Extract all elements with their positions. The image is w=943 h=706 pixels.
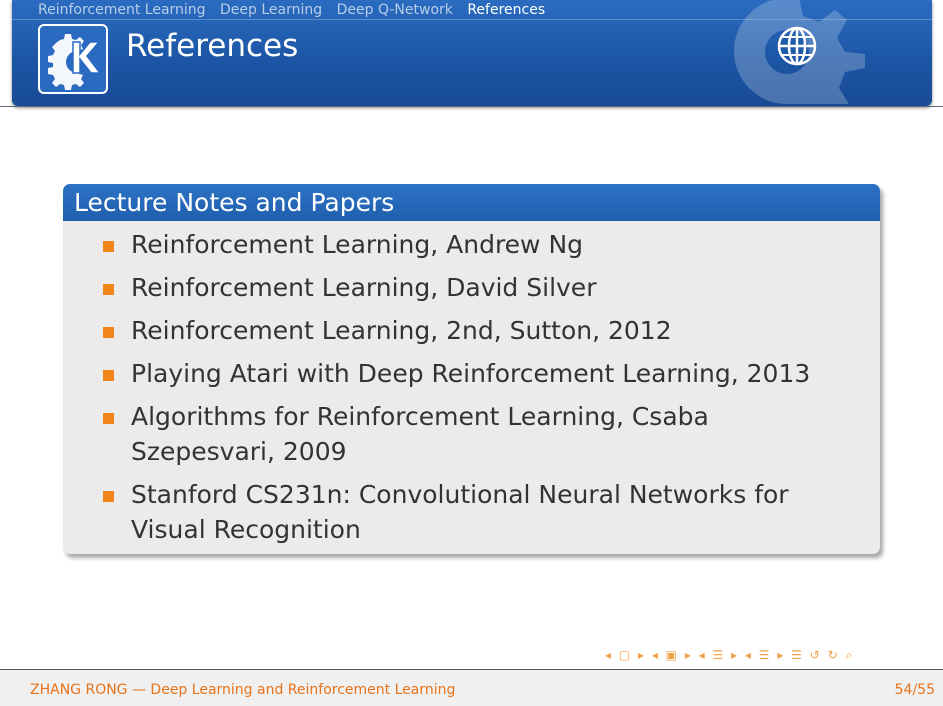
nav-section-deep-learning[interactable]: Deep Learning [220,2,322,18]
bullet-square-icon [103,370,114,381]
nav-section-deep-q-network[interactable]: Deep Q-Network [337,2,453,18]
bullet-square-icon [103,284,114,295]
list-item-text: Reinforcement Learning, 2nd, Sutton, 201… [131,316,672,345]
list-item: Stanford CS231n: Convolutional Neural Ne… [103,477,860,547]
list-item-text: Reinforcement Learning, David Silver [131,273,597,302]
footer-bar: ZHANG RONG — Deep Learning and Reinforce… [0,670,943,706]
list-item: Algorithms for Reinforcement Learning, C… [103,399,860,469]
bullet-square-icon [103,241,114,252]
reference-list: Reinforcement Learning, Andrew Ng Reinfo… [63,221,880,547]
bullet-square-icon [103,413,114,424]
list-item: Reinforcement Learning, Andrew Ng [103,227,860,262]
list-item-text: Algorithms for Reinforcement Learning, C… [131,402,709,466]
globe-icon [777,26,817,66]
beamer-navigation-icons[interactable]: ◂ ▢ ▸ ◂ ▣ ▸ ◂ ☰ ▸ ◂ ☰ ▸ ☰ ↺ ↻ ⌕ [605,648,854,663]
nav-section-reinforcement-learning[interactable]: Reinforcement Learning [38,2,206,18]
header-divider [0,19,943,20]
list-item-text: Playing Atari with Deep Reinforcement Le… [131,359,811,388]
page-number: 54/55 [894,682,935,698]
kde-logo-icon [38,24,108,94]
list-item: Reinforcement Learning, David Silver [103,270,860,305]
list-item-text: Reinforcement Learning, Andrew Ng [131,230,584,259]
block-title: Lecture Notes and Papers [63,184,880,221]
references-block: Lecture Notes and Papers Reinforcement L… [63,184,880,554]
section-navigation: Reinforcement Learning Deep Learning Dee… [38,1,555,19]
footer-author-title: ZHANG RONG — Deep Learning and Reinforce… [30,682,456,698]
header-bottom-divider [0,106,943,107]
nav-section-references[interactable]: References [467,2,545,18]
list-item: Reinforcement Learning, 2nd, Sutton, 201… [103,313,860,348]
list-item: Playing Atari with Deep Reinforcement Le… [103,356,860,391]
frame-title: References [126,28,299,64]
list-item-text: Stanford CS231n: Convolutional Neural Ne… [131,480,789,544]
bullet-square-icon [103,327,114,338]
bullet-square-icon [103,491,114,502]
